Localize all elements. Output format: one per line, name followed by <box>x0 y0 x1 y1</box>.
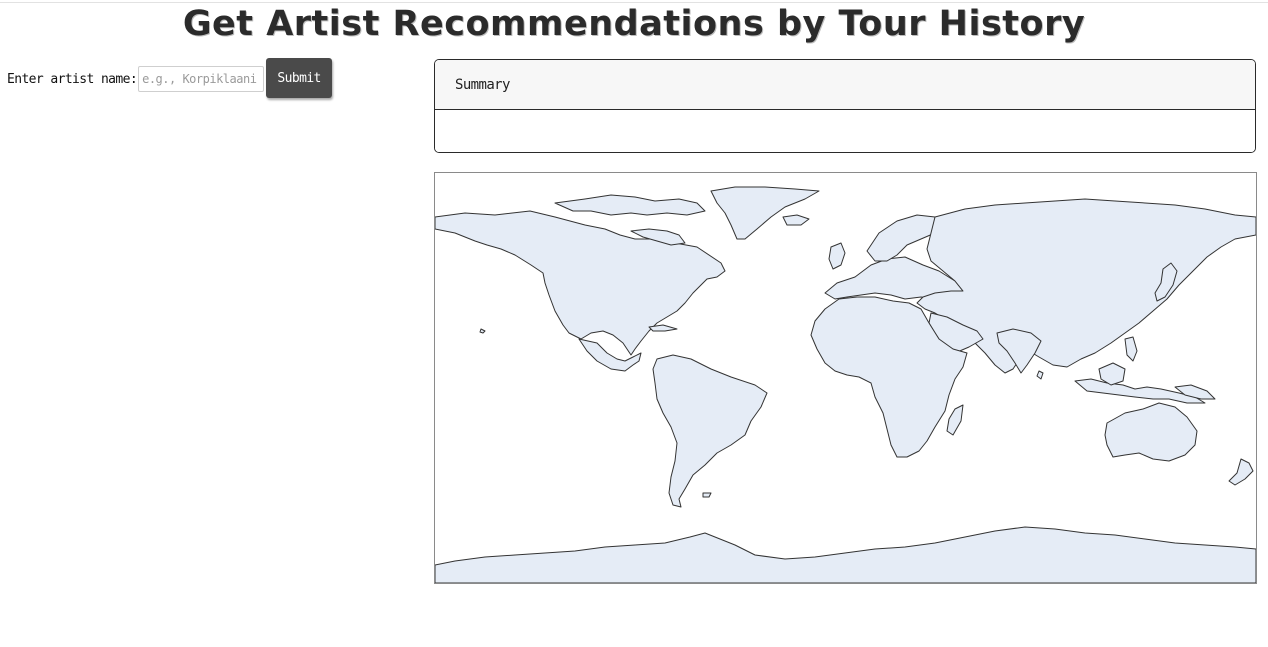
world-map[interactable] <box>434 172 1257 584</box>
artist-name-label: Enter artist name: <box>7 71 138 87</box>
land-falklands <box>702 492 712 498</box>
summary-body <box>435 110 1255 152</box>
artist-search-form: Enter artist name: Submit <box>7 58 333 99</box>
top-divider <box>0 2 1268 3</box>
page-title: Get Artist Recommendations by Tour Histo… <box>182 4 1086 44</box>
summary-header: Summary <box>435 60 1255 110</box>
submit-button[interactable]: Submit <box>266 58 333 98</box>
artist-name-input[interactable] <box>138 66 265 92</box>
world-map-svg[interactable] <box>435 173 1256 583</box>
summary-panel: Summary <box>434 59 1256 153</box>
